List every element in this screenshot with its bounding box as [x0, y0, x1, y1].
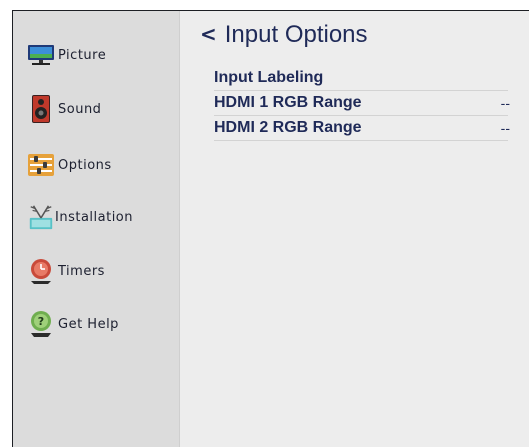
sidebar-item-installation[interactable]: Installation: [27, 200, 133, 234]
speaker-icon: [27, 95, 55, 123]
picture-icon: [27, 41, 55, 69]
option-hdmi1-rgb-range[interactable]: HDMI 1 RGB Range --: [214, 91, 510, 116]
sidebar-item-label: Get Help: [58, 316, 119, 332]
help-icon: ?: [27, 310, 55, 338]
sidebar-item-options[interactable]: Options: [27, 148, 112, 182]
sidebar-item-picture[interactable]: Picture: [27, 38, 106, 72]
option-label: HDMI 1 RGB Range: [214, 94, 362, 111]
option-value: --: [500, 95, 510, 111]
options-icon: [27, 151, 55, 179]
sidebar-item-label: Installation: [55, 209, 134, 225]
page-title: Input Options: [224, 21, 368, 48]
option-value: --: [500, 120, 510, 136]
option-list: Input Labeling HDMI 1 RGB Range -- HDMI …: [214, 66, 510, 141]
sidebar-item-sound[interactable]: Sound: [27, 92, 101, 126]
tv-menu-screen: Picture Sound Options Installation Timer…: [12, 10, 529, 447]
option-hdmi2-rgb-range[interactable]: HDMI 2 RGB Range --: [214, 116, 510, 141]
sidebar-item-label: Picture: [58, 47, 107, 63]
svg-text:?: ?: [38, 315, 44, 328]
antenna-icon: [27, 203, 55, 231]
sidebar-item-label: Options: [58, 157, 112, 173]
main-panel: < Input Options Input Labeling HDMI 1 RG…: [180, 11, 529, 447]
sidebar-item-label: Sound: [58, 101, 102, 117]
sidebar-item-get-help[interactable]: ? Get Help: [27, 307, 119, 341]
sidebar-item-label: Timers: [58, 263, 105, 279]
timer-icon: [27, 257, 55, 285]
option-label: Input Labeling: [214, 69, 324, 86]
option-input-labeling[interactable]: Input Labeling: [214, 66, 508, 91]
option-label: HDMI 2 RGB Range: [214, 119, 362, 136]
sidebar: Picture Sound Options Installation Timer…: [13, 11, 180, 447]
chevron-left-icon: <: [200, 22, 217, 46]
back-button[interactable]: < Input Options: [200, 21, 368, 49]
sidebar-item-timers[interactable]: Timers: [27, 254, 105, 288]
